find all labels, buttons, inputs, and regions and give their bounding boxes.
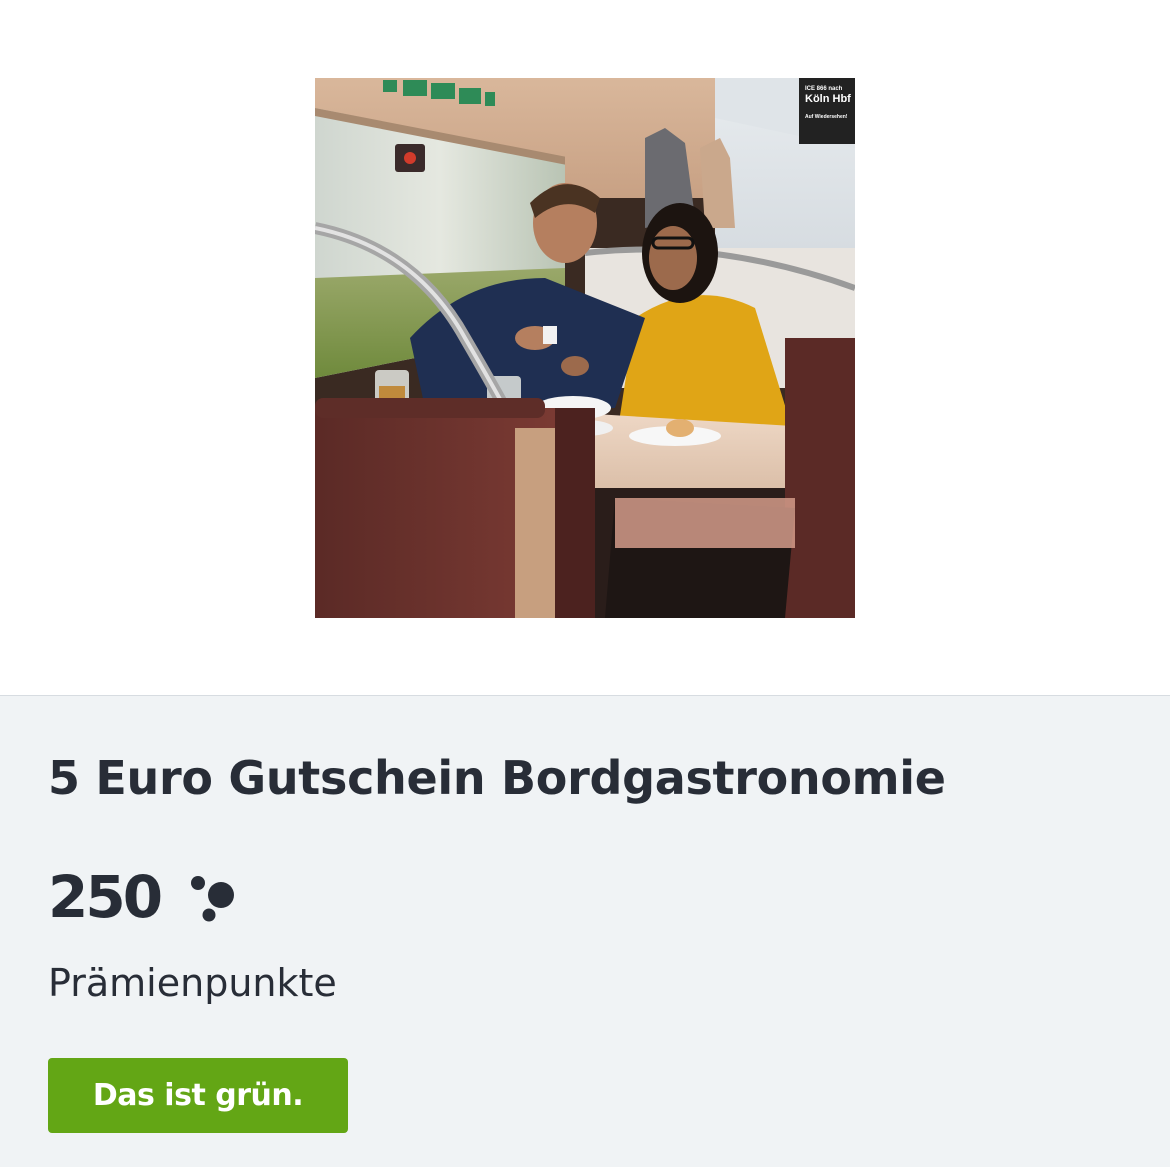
product-photo: ICE 866 nach Köln Hbf Auf Wiedersehen! [315,78,855,618]
points-label: Prämienpunkte [48,961,337,1005]
product-image-area: ICE 866 nach Köln Hbf Auf Wiedersehen! [0,0,1170,696]
points-row: 250 [48,862,238,932]
bonus-points-icon [186,871,238,923]
points-value: 250 [48,863,163,931]
sign-small-label: ICE 866 nach [805,86,843,92]
sign-subline: Auf Wiedersehen! [805,114,848,120]
sign-destination: Köln Hbf [805,93,851,105]
green-badge-button[interactable]: Das ist grün. [48,1058,348,1133]
product-title: 5 Euro Gutschein Bordgastronomie [48,751,946,805]
product-info-panel: 5 Euro Gutschein Bordgastronomie 250 Prä… [0,696,1170,1167]
